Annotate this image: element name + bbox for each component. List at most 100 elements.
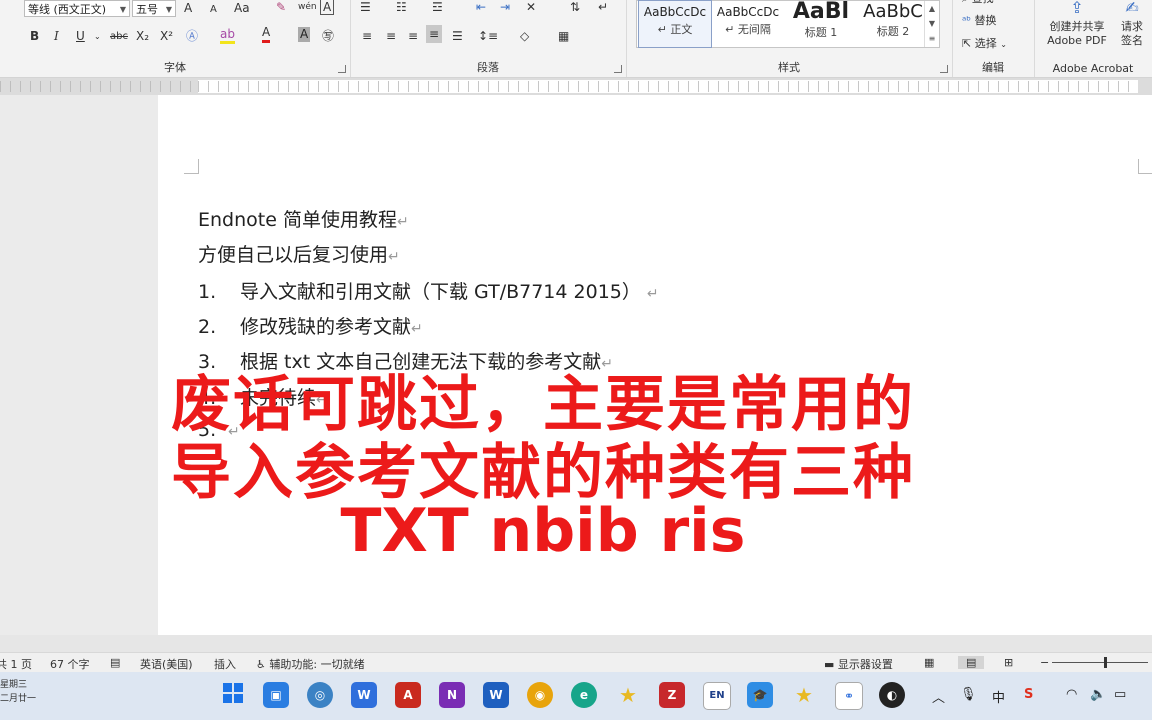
word-icon[interactable]: W: [483, 682, 509, 708]
superscript-button[interactable]: X²: [160, 27, 173, 45]
display-settings[interactable]: ▬ 显示器设置: [824, 656, 893, 672]
focus-mode-icon[interactable]: ▦: [924, 656, 934, 669]
wifi-icon[interactable]: ◠: [1066, 687, 1077, 702]
phonetic-guide-button[interactable]: wén: [298, 0, 317, 16]
font-size-select[interactable]: 五号 ▼: [132, 0, 176, 17]
chevron-up-icon[interactable]: ▲: [925, 1, 939, 16]
style-heading-2[interactable]: AaBbC 标题 2: [857, 1, 929, 47]
multilevel-list-icon[interactable]: ☲: [432, 0, 443, 16]
style-normal[interactable]: AaBbCcDc ↵ 正文: [638, 0, 712, 48]
chevron-down-icon[interactable]: ▼: [925, 16, 939, 31]
print-layout-icon[interactable]: ▤: [958, 656, 985, 669]
decrease-indent-icon[interactable]: ⇤: [476, 0, 486, 16]
microphone-icon[interactable]: 🎙: [960, 687, 977, 702]
style-no-spacing[interactable]: AaBbCcDc ↵ 无间隔: [712, 1, 784, 47]
zoom-slider-thumb[interactable]: [1104, 657, 1107, 668]
sogou-icon[interactable]: S: [1024, 687, 1033, 702]
line-spacing-icon[interactable]: ↕≡: [478, 27, 498, 45]
endnote-icon[interactable]: EN: [703, 682, 731, 710]
styles-scroll[interactable]: ▲ ▼ ≡: [924, 1, 939, 47]
styles-dialog-launcher-icon[interactable]: [940, 65, 948, 73]
taskbar-date[interactable]: 星期三 二月廿一: [0, 678, 36, 706]
bold-button[interactable]: B: [30, 27, 39, 45]
education-app-icon[interactable]: 🎓: [747, 682, 773, 708]
doc-title-line[interactable]: Endnote 简单使用教程↵: [198, 205, 409, 232]
wps-icon[interactable]: W: [351, 682, 377, 708]
select-button[interactable]: ⇱ 选择 ⌄: [962, 35, 1007, 54]
edge-icon[interactable]: e: [571, 682, 597, 708]
align-right-icon[interactable]: ≡: [408, 27, 418, 45]
shading-icon[interactable]: ◇: [520, 27, 529, 45]
zotero-icon[interactable]: Z: [659, 682, 685, 708]
request-signature-button[interactable]: ✍ 请求 签名: [1116, 0, 1148, 48]
acrobat-icon[interactable]: A: [395, 682, 421, 708]
grow-font-button[interactable]: A: [184, 0, 192, 17]
list-item[interactable]: 1. 导入文献和引用文献（下载 GT/B7714 2015） ↵: [198, 277, 659, 304]
chevron-down-icon[interactable]: ⌄: [94, 28, 101, 46]
accessibility-status[interactable]: ♿ 辅助功能: 一切就绪: [256, 656, 365, 672]
network-app-icon[interactable]: ⚭: [835, 682, 863, 710]
more-styles-icon[interactable]: ≡: [925, 31, 939, 46]
char-shading-button[interactable]: A: [298, 27, 311, 42]
create-share-pdf-button[interactable]: ⇪ 创建并共享 Adobe PDF: [1042, 0, 1112, 48]
align-center-icon[interactable]: ≡: [386, 27, 396, 45]
paragraph-group-label: 段落: [477, 61, 499, 74]
favorite-app-icon[interactable]: ★: [791, 682, 817, 708]
bullets-icon[interactable]: ☰: [360, 0, 371, 16]
font-name-select[interactable]: 等线 (西文正文) ▼: [24, 0, 130, 17]
sort-icon[interactable]: ⇅: [570, 0, 580, 16]
distributed-icon[interactable]: ☰: [452, 27, 463, 45]
speaker-icon[interactable]: 🔈: [1090, 687, 1106, 702]
highlight-icon[interactable]: ab: [220, 27, 235, 44]
paragraph-dialog-launcher-icon[interactable]: [614, 65, 622, 73]
underline-button[interactable]: U: [76, 27, 85, 45]
web-layout-icon[interactable]: ⊞: [1004, 656, 1013, 669]
page-count[interactable]: 共 1 页: [0, 656, 32, 672]
list-number: 2.: [198, 316, 217, 338]
chinese-layout-icon[interactable]: ✕: [526, 0, 536, 16]
clear-format-icon[interactable]: ✎: [276, 0, 286, 16]
style-heading-1[interactable]: AaBl 标题 1: [785, 0, 857, 47]
task-view-icon[interactable]: ▣: [263, 682, 289, 708]
zoom-slider[interactable]: [1052, 662, 1148, 663]
text-effects-icon[interactable]: Ⓐ: [186, 27, 198, 45]
windows-start-icon[interactable]: [220, 682, 246, 708]
zoom-out-button[interactable]: −: [1040, 656, 1049, 669]
browser-icon[interactable]: ◎: [307, 682, 333, 708]
justify-icon[interactable]: ≡: [426, 25, 443, 43]
italic-button[interactable]: I: [54, 27, 59, 45]
change-case-button[interactable]: Aa: [234, 0, 250, 17]
replace-button[interactable]: ᵃᵇ 替换: [962, 12, 997, 30]
chevron-up-icon[interactable]: ︿: [932, 687, 945, 706]
numbering-icon[interactable]: ☷: [396, 0, 407, 16]
align-left-icon[interactable]: ≡: [362, 27, 372, 45]
subscript-button[interactable]: X₂: [136, 27, 149, 45]
list-item-text: 导入文献和引用文献（下载 GT/B7714 2015）: [240, 281, 641, 303]
battery-icon[interactable]: ▭: [1114, 687, 1126, 702]
onenote-icon[interactable]: N: [439, 682, 465, 708]
strikethrough-button[interactable]: abc: [110, 28, 128, 46]
insert-mode[interactable]: 插入: [214, 656, 236, 672]
increase-indent-icon[interactable]: ⇥: [500, 0, 510, 16]
find-button[interactable]: ⌕ 查找: [962, 0, 994, 8]
list-item[interactable]: 2. 修改残缺的参考文献↵: [198, 312, 423, 339]
chrome-icon[interactable]: ◉: [527, 682, 553, 708]
shrink-font-button[interactable]: A: [210, 1, 217, 19]
enclose-char-icon[interactable]: ㊢: [322, 27, 334, 45]
clock-weekday: 星期三: [0, 680, 28, 690]
word-count[interactable]: 67 个字: [50, 656, 90, 672]
ime-indicator[interactable]: 中: [992, 687, 1005, 706]
borders-icon[interactable]: ▦: [558, 27, 569, 45]
font-dialog-launcher-icon[interactable]: [338, 65, 346, 73]
acrobat-group-label: Adobe Acrobat: [1052, 62, 1134, 75]
show-marks-icon[interactable]: ↵: [598, 0, 608, 16]
obs-icon[interactable]: ◐: [879, 682, 905, 708]
proofing-icon[interactable]: ▤: [110, 656, 120, 669]
horizontal-ruler[interactable]: [0, 78, 1152, 95]
doc-subtitle-line[interactable]: 方便自己以后复习使用↵: [198, 240, 400, 267]
list-number: 1.: [198, 281, 217, 303]
favorite-app-icon[interactable]: ★: [615, 682, 641, 708]
font-color-button[interactable]: A: [262, 25, 271, 43]
char-border-button[interactable]: A: [320, 0, 335, 15]
language-indicator[interactable]: 英语(美国): [140, 656, 193, 672]
